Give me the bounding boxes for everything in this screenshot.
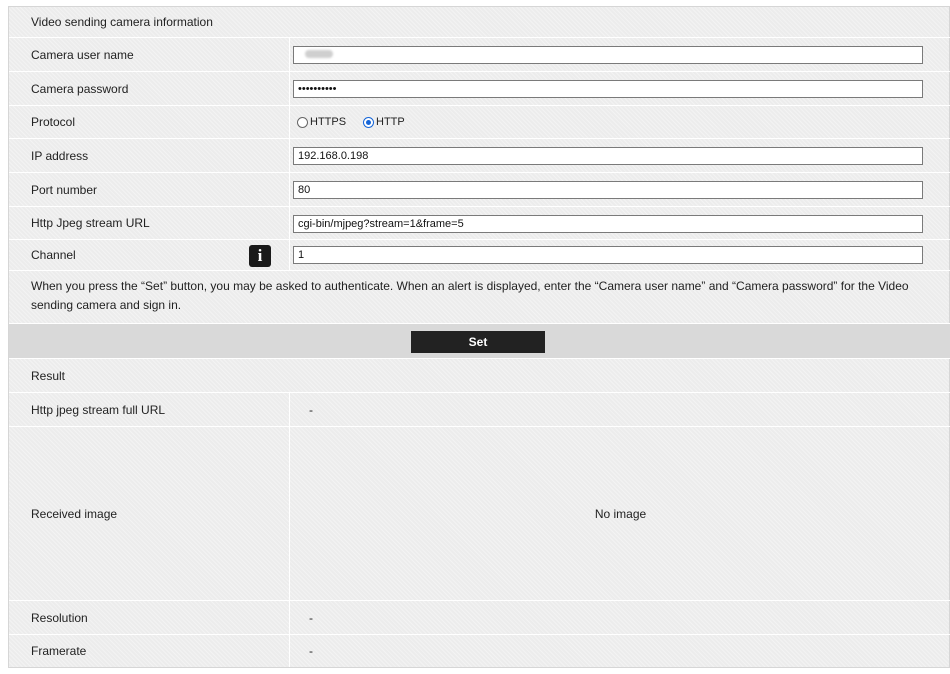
radio-https-label: HTTPS bbox=[310, 116, 347, 128]
section-title: Video sending camera information bbox=[31, 15, 213, 29]
received-image-placeholder: No image bbox=[594, 506, 647, 521]
row-password: Camera password bbox=[9, 72, 950, 106]
user-name-label: Camera user name bbox=[31, 47, 134, 62]
port-label: Port number bbox=[31, 182, 98, 197]
port-input[interactable] bbox=[293, 181, 923, 199]
info-icon[interactable]: i bbox=[249, 245, 271, 267]
radio-http[interactable]: HTTP bbox=[363, 106, 405, 138]
ip-input[interactable] bbox=[293, 147, 923, 165]
full-url-value: - bbox=[309, 402, 313, 417]
row-port: Port number bbox=[9, 173, 950, 207]
framerate-value: - bbox=[309, 644, 313, 658]
row-full-url: Http jpeg stream full URL - bbox=[9, 393, 950, 427]
authentication-note: When you press the “Set” button, you may… bbox=[31, 279, 909, 312]
set-button-bar: Set bbox=[9, 324, 950, 359]
redacted-user-name bbox=[305, 50, 333, 58]
row-protocol: Protocol HTTPS HTTP bbox=[9, 106, 950, 139]
row-received-image: Received image No image bbox=[9, 427, 950, 601]
row-resolution: Resolution - bbox=[9, 601, 950, 635]
row-framerate: Framerate - bbox=[9, 635, 950, 667]
received-image-label: Received image bbox=[31, 506, 118, 521]
password-input[interactable] bbox=[293, 80, 923, 98]
result-header: Result bbox=[9, 359, 950, 393]
radio-https-dot[interactable] bbox=[297, 116, 308, 128]
protocol-label: Protocol bbox=[31, 115, 76, 129]
resolution-value: - bbox=[309, 610, 313, 625]
row-note: When you press the “Set” button, you may… bbox=[9, 271, 950, 324]
row-channel: Channel i bbox=[9, 240, 950, 271]
set-button[interactable]: Set bbox=[411, 331, 545, 353]
channel-label: Channel bbox=[31, 248, 76, 262]
camera-settings-panel: Video sending camera information Camera … bbox=[8, 6, 950, 668]
user-name-input[interactable] bbox=[293, 46, 923, 64]
row-ip: IP address bbox=[9, 139, 950, 173]
result-title: Result bbox=[31, 368, 66, 383]
radio-http-label: HTTP bbox=[376, 116, 405, 128]
row-stream-url: Http Jpeg stream URL bbox=[9, 207, 950, 240]
password-label: Camera password bbox=[31, 81, 129, 96]
channel-input[interactable] bbox=[293, 246, 923, 264]
stream-url-input[interactable] bbox=[293, 215, 923, 233]
radio-https[interactable]: HTTPS bbox=[297, 106, 346, 138]
ip-label: IP address bbox=[31, 148, 89, 163]
section-header: Video sending camera information bbox=[9, 7, 950, 38]
row-user-name: Camera user name bbox=[9, 38, 950, 72]
resolution-label: Resolution bbox=[31, 610, 88, 625]
framerate-label: Framerate bbox=[31, 644, 87, 658]
radio-http-dot[interactable] bbox=[363, 116, 374, 128]
full-url-label: Http jpeg stream full URL bbox=[31, 402, 166, 417]
stream-url-label: Http Jpeg stream URL bbox=[31, 216, 150, 230]
